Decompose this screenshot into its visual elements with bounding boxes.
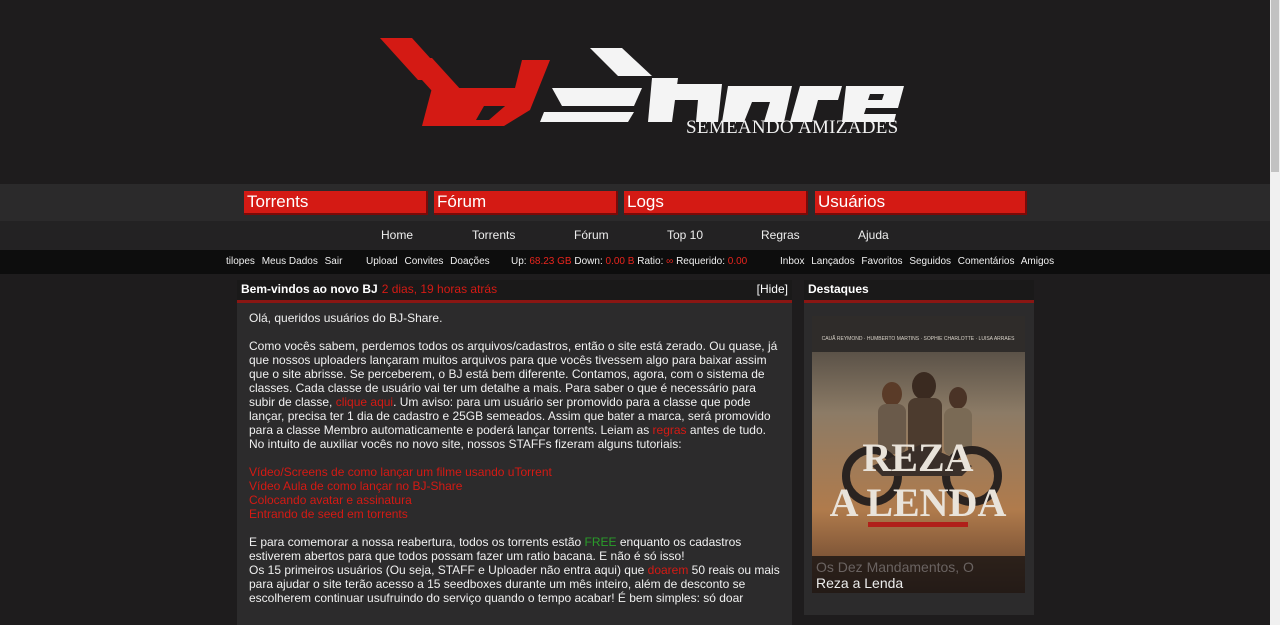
site-tagline: SEMEANDO AMIZADES — [686, 117, 899, 138]
caption-current[interactable]: Reza a Lenda — [816, 575, 903, 591]
upload-link[interactable]: Upload — [366, 256, 398, 267]
required-label: Requerido: — [676, 256, 725, 267]
tutorial-link[interactable]: Entrando de seed em torrents — [249, 507, 408, 521]
poster-credits: CAUÃ REYMOND · HUMBERTO MARTINS · SOPHIE… — [822, 335, 1015, 342]
movie-poster-image: CAUÃ REYMOND · HUMBERTO MARTINS · SOPHIE… — [812, 316, 1025, 593]
subnav-forum[interactable]: Fórum — [574, 228, 609, 242]
news-paragraph-1: Como vocês sabem, perdemos todos os arqu… — [249, 339, 780, 451]
sub-navigation — [0, 221, 1270, 250]
featured-panel: Destaques CAUÃ REYMOND · HUMBERTO MARTIN… — [804, 280, 1034, 615]
up-label: Up: — [511, 256, 527, 267]
subnav-torrents[interactable]: Torrents — [472, 228, 515, 242]
donate-link[interactable]: doarem — [648, 563, 689, 577]
subnav-ajuda[interactable]: Ajuda — [858, 228, 889, 242]
comentarios-link[interactable]: Comentários — [958, 256, 1015, 267]
tab-logs[interactable]: Logs — [624, 191, 808, 215]
page-scrollbar[interactable] — [1270, 0, 1280, 625]
news-text: Os 15 primeiros usuários (Ou seja, STAFF… — [249, 563, 648, 577]
tutorial-link[interactable]: Vídeo Aula de como lançar no BJ-Share — [249, 479, 462, 493]
news-header: Bem-vindos ao novo BJ 2 dias, 19 horas at… — [237, 280, 792, 303]
news-title: Bem-vindos ao novo BJ — [241, 282, 378, 296]
ratio-label: Ratio: — [637, 256, 664, 267]
meus-dados-link[interactable]: Meus Dados — [262, 256, 318, 267]
news-body: Olá, queridos usuários do BJ-Share. Como… — [237, 303, 792, 605]
hide-button[interactable]: [Hide] — [757, 280, 788, 299]
subnav-home[interactable]: Home — [381, 228, 413, 242]
user-links-mid: Upload Convites Doações — [366, 256, 494, 267]
news-text: E para comemorar a nossa reabertura, tod… — [249, 535, 585, 549]
tab-usuarios[interactable]: Usuários — [815, 191, 1027, 215]
tutorial-list: Vídeo/Screens de como lançar um filme us… — [249, 465, 780, 521]
doacoes-link[interactable]: Doações — [450, 256, 489, 267]
amigos-link[interactable]: Amigos — [1021, 256, 1054, 267]
down-label: Down: — [574, 256, 603, 267]
featured-header: Destaques — [804, 280, 1034, 303]
user-links-left: tilopes Meus Dados Sair — [226, 256, 346, 267]
featured-poster[interactable]: CAUÃ REYMOND · HUMBERTO MARTINS · SOPHIE… — [812, 316, 1025, 593]
required-value: 0.00 — [727, 256, 748, 267]
tab-torrents[interactable]: Torrents — [244, 191, 428, 215]
poster-title-line2: A LENDA — [830, 480, 1007, 525]
convites-link[interactable]: Convites — [404, 256, 443, 267]
user-links-right: Inbox Lançados Favoritos Seguidos Coment… — [780, 256, 1058, 267]
favoritos-link[interactable]: Favoritos — [861, 256, 902, 267]
seguidos-link[interactable]: Seguidos — [909, 256, 951, 267]
news-paragraph-3: Os 15 primeiros usuários (Ou seja, STAFF… — [249, 563, 780, 605]
tutorial-link[interactable]: Colocando avatar e assinatura — [249, 493, 412, 507]
username-link[interactable]: tilopes — [226, 256, 255, 267]
tab-forum[interactable]: Fórum — [434, 191, 618, 215]
poster-title-line1: REZA — [862, 435, 973, 480]
poster-caption: Os Dez Mandamentos, O Reza a Lenda — [812, 556, 1025, 593]
user-stats: Up: 68.23 GB Down: 0.00 B Ratio: ∞ Reque… — [511, 256, 747, 267]
down-value: 0.00 B — [605, 256, 635, 267]
rules-link[interactable]: regras — [653, 423, 687, 437]
logout-link[interactable]: Sair — [325, 256, 343, 267]
subnav-regras[interactable]: Regras — [761, 228, 800, 242]
subnav-top10[interactable]: Top 10 — [667, 228, 703, 242]
scrollbar-thumb[interactable] — [1271, 0, 1279, 172]
news-date: 2 dias, 19 horas atrás — [381, 282, 498, 296]
tutorial-link[interactable]: Vídeo/Screens de como lançar um filme us… — [249, 465, 552, 479]
ratio-value: ∞ — [666, 256, 674, 267]
caption-previous: Os Dez Mandamentos, O — [816, 559, 974, 575]
lancados-link[interactable]: Lançados — [811, 256, 854, 267]
classes-link[interactable]: clique aqui — [336, 395, 393, 409]
site-header: SEMEANDO AMIZADES — [0, 0, 1270, 184]
news-panel: Bem-vindos ao novo BJ 2 dias, 19 horas at… — [237, 280, 792, 625]
free-label: FREE — [584, 535, 617, 549]
news-paragraph-2: E para comemorar a nossa reabertura, tod… — [249, 535, 780, 563]
up-value: 68.23 GB — [529, 256, 572, 267]
inbox-link[interactable]: Inbox — [780, 256, 804, 267]
news-greeting: Olá, queridos usuários do BJ-Share. — [249, 311, 443, 325]
